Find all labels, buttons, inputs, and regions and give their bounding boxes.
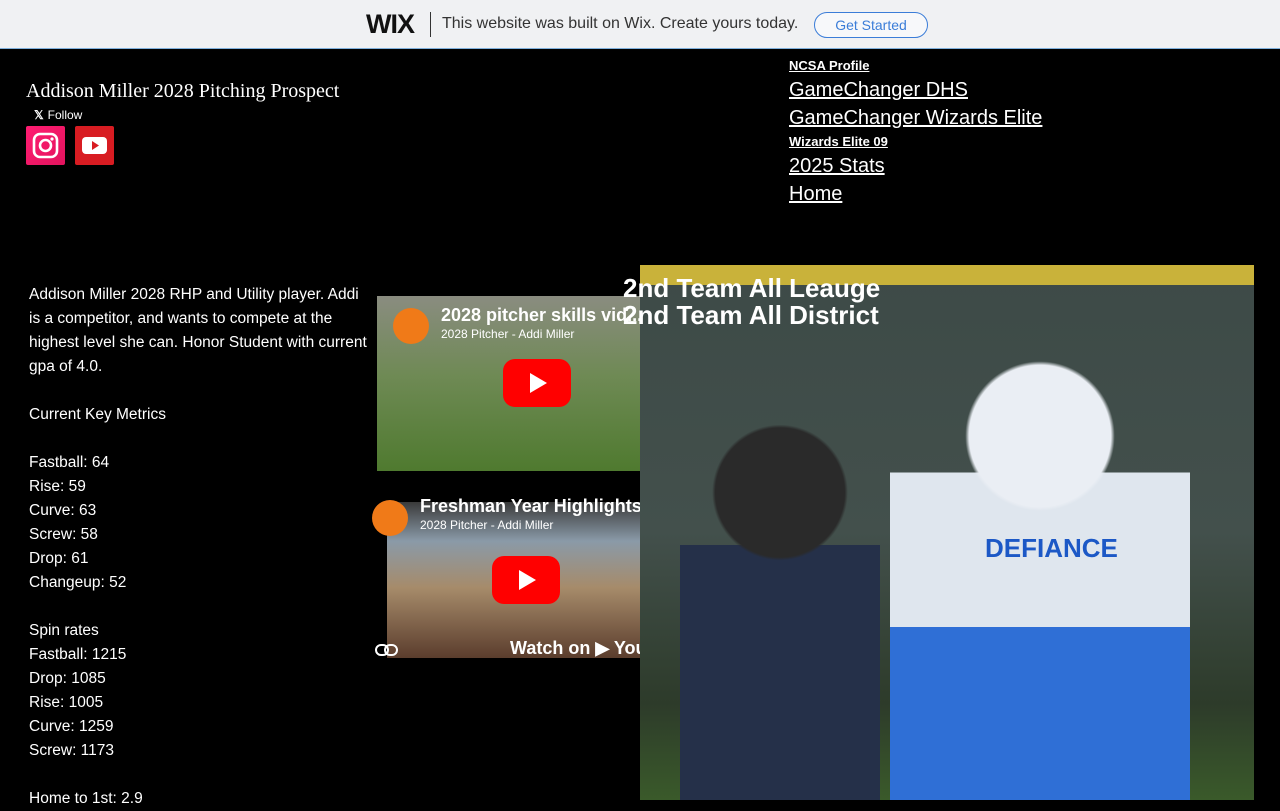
banner-divider (430, 12, 431, 37)
nav-gamechanger-wizards-elite[interactable]: GameChanger Wizards Elite (789, 106, 1042, 134)
youtube-icon (82, 137, 107, 154)
metric-item: Drop: 61 (29, 550, 89, 567)
x-logo-icon: 𝕏 (34, 108, 44, 122)
spin-item: Fastball: 1215 (29, 646, 127, 663)
wix-banner-message: This website was built on Wix. Create yo… (442, 15, 799, 32)
get-started-button[interactable]: Get Started (814, 12, 928, 38)
bio-intro: Addison Miller 2028 RHP and Utility play… (29, 286, 367, 375)
video-title[interactable]: Freshman Year Highlights (420, 496, 642, 517)
player-left (680, 425, 880, 800)
video-title[interactable]: 2028 pitcher skills vid... (441, 305, 642, 326)
x-follow-label: Follow (47, 108, 83, 122)
spin-item: Curve: 1259 (29, 718, 114, 735)
spin-item: Rise: 1005 (29, 694, 104, 711)
nav-gamechanger-dhs[interactable]: GameChanger DHS (789, 78, 1042, 106)
wix-banner: WIX This website was built on Wix. Creat… (0, 0, 1280, 49)
wix-logo[interactable]: WIX (366, 9, 415, 40)
nav-wizards-elite-09[interactable]: Wizards Elite 09 (789, 134, 1042, 154)
spin-item: Screw: 1173 (29, 742, 115, 759)
link-icon[interactable] (375, 642, 399, 663)
instagram-link[interactable] (26, 126, 65, 165)
bio-text: Addison Miller 2028 RHP and Utility play… (29, 283, 374, 811)
play-button-icon[interactable] (492, 556, 560, 604)
spin-item: Drop: 1085 (29, 670, 106, 687)
play-button-icon[interactable] (503, 359, 571, 407)
jersey-text: DEFIANCE (985, 533, 1118, 563)
awards-text: 2nd Team All Leauge 2nd Team All Distric… (623, 275, 880, 329)
channel-avatar-icon[interactable] (372, 500, 408, 536)
metrics-title: Current Key Metrics (29, 406, 166, 423)
site-title: Addison Miller 2028 Pitching Prospect (26, 80, 340, 102)
softball-photo: DEFIANCE (640, 265, 1254, 800)
player-right (890, 345, 1190, 800)
award-item: 2nd Team All Leauge (623, 273, 881, 303)
nav-home[interactable]: Home (789, 182, 1042, 210)
home-to-first: Home to 1st: 2.9 (29, 790, 143, 807)
youtube-link[interactable] (75, 126, 114, 165)
metric-item: Fastball: 64 (29, 454, 110, 471)
nav-2025-stats[interactable]: 2025 Stats (789, 154, 1042, 182)
metric-item: Curve: 63 (29, 502, 97, 519)
metric-item: Screw: 58 (29, 526, 98, 543)
metric-item: Changeup: 52 (29, 574, 127, 591)
spin-title: Spin rates (29, 622, 99, 639)
channel-avatar-icon[interactable] (393, 308, 429, 344)
award-item: 2nd Team All District (623, 300, 879, 330)
video-channel[interactable]: 2028 Pitcher - Addi Miller (441, 327, 574, 341)
site-nav: NCSA Profile GameChanger DHS GameChanger… (789, 58, 1042, 210)
metric-item: Rise: 59 (29, 478, 86, 495)
video-channel[interactable]: 2028 Pitcher - Addi Miller (420, 518, 553, 532)
x-follow-button[interactable]: 𝕏 Follow (34, 108, 82, 122)
nav-ncsa-profile[interactable]: NCSA Profile (789, 58, 1042, 78)
instagram-icon (32, 132, 59, 159)
